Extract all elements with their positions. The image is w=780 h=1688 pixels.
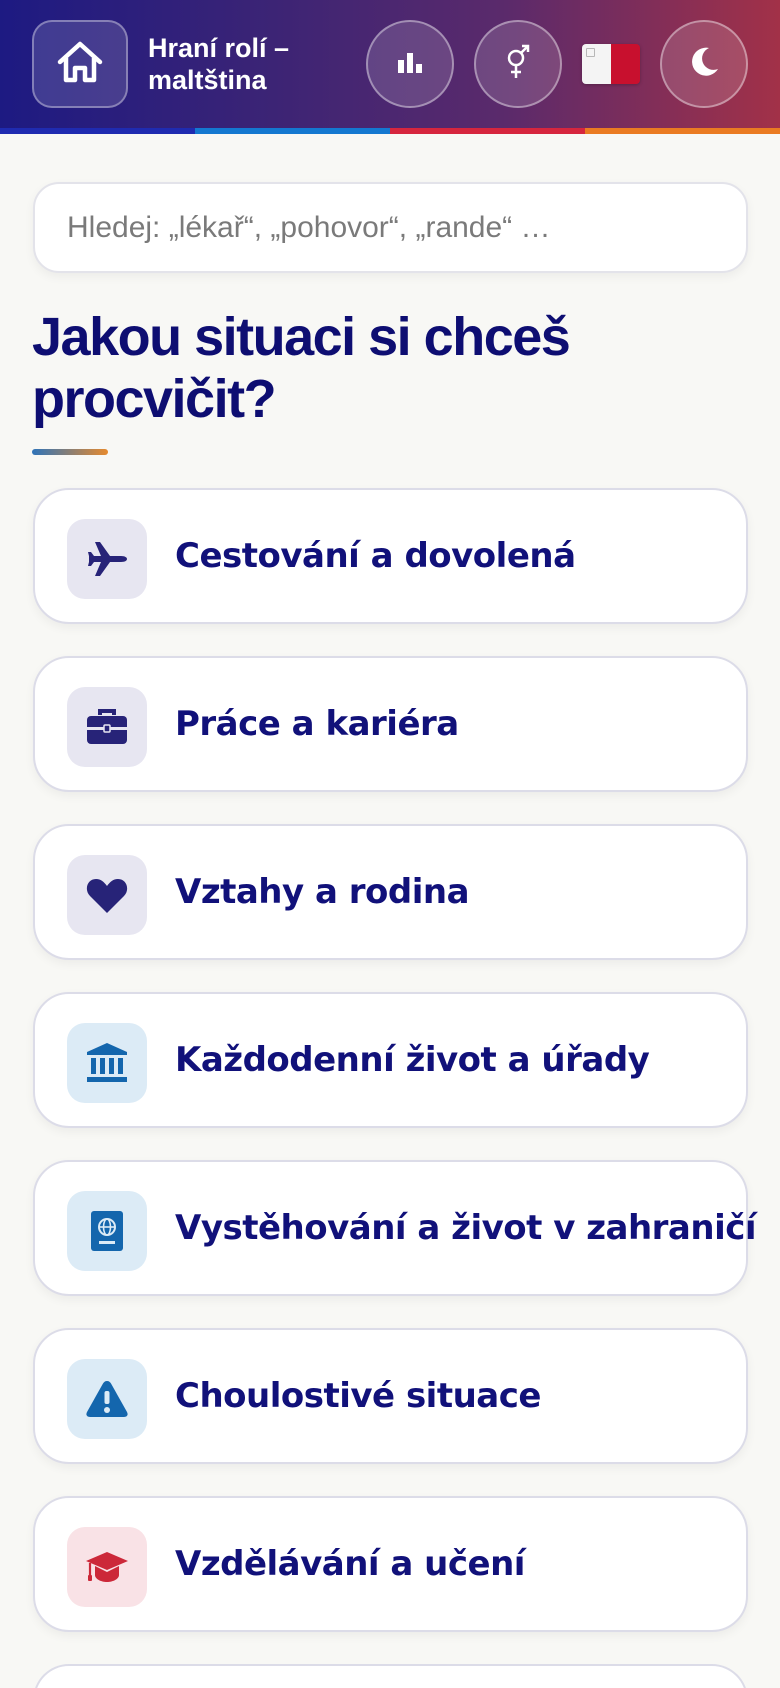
category-label: Vystěhování a život v zahraničí bbox=[175, 1208, 757, 1248]
category-label: Cestování a dovolená bbox=[175, 536, 576, 576]
malta-flag-icon[interactable] bbox=[582, 44, 640, 84]
category-list: Cestování a dovolená Práce a kariéra Vzt… bbox=[33, 488, 757, 1688]
home-button[interactable] bbox=[32, 20, 128, 108]
category-card-work[interactable]: Práce a kariéra bbox=[33, 656, 748, 792]
heart-icon bbox=[67, 855, 147, 935]
category-label: Vztahy a rodina bbox=[175, 872, 470, 912]
bar-chart-icon bbox=[397, 50, 423, 79]
category-card-emigration[interactable]: Vystěhování a život v zahraničí bbox=[33, 1160, 757, 1296]
moon-icon bbox=[687, 45, 721, 84]
dark-mode-button[interactable] bbox=[660, 20, 748, 108]
app-title: Hraní rolí – maltština bbox=[148, 33, 290, 95]
app-header: Hraní rolí – maltština bbox=[0, 0, 780, 128]
category-card-education[interactable]: Vzdělávání a učení bbox=[33, 1496, 748, 1632]
home-icon bbox=[54, 38, 106, 91]
category-card-travel[interactable]: Cestování a dovolená bbox=[33, 488, 748, 624]
category-card-relationships[interactable]: Vztahy a rodina bbox=[33, 824, 748, 960]
category-card-delicate-situations[interactable]: Choulostivé situace bbox=[33, 1328, 748, 1464]
stats-button[interactable] bbox=[366, 20, 454, 108]
plane-icon bbox=[67, 519, 147, 599]
gender-button[interactable] bbox=[474, 20, 562, 108]
category-card-next[interactable] bbox=[33, 1664, 748, 1688]
category-label: Každodenní život a úřady bbox=[175, 1040, 650, 1080]
category-label: Vzdělávání a učení bbox=[175, 1544, 525, 1584]
search-input[interactable] bbox=[35, 184, 746, 271]
graduation-cap-icon bbox=[67, 1527, 147, 1607]
gender-icon bbox=[503, 42, 533, 87]
category-label: Choulostivé situace bbox=[175, 1376, 541, 1416]
search-box[interactable] bbox=[33, 182, 748, 273]
category-label: Práce a kariéra bbox=[175, 704, 459, 744]
briefcase-icon bbox=[67, 687, 147, 767]
header-color-stripe bbox=[0, 128, 780, 134]
bank-icon bbox=[67, 1023, 147, 1103]
passport-icon bbox=[67, 1191, 147, 1271]
title-underline bbox=[32, 449, 108, 455]
page-title: Jakou situaci si chceš procvičit? bbox=[32, 307, 571, 429]
category-card-daily-life[interactable]: Každodenní život a úřady bbox=[33, 992, 748, 1128]
warning-icon bbox=[67, 1359, 147, 1439]
